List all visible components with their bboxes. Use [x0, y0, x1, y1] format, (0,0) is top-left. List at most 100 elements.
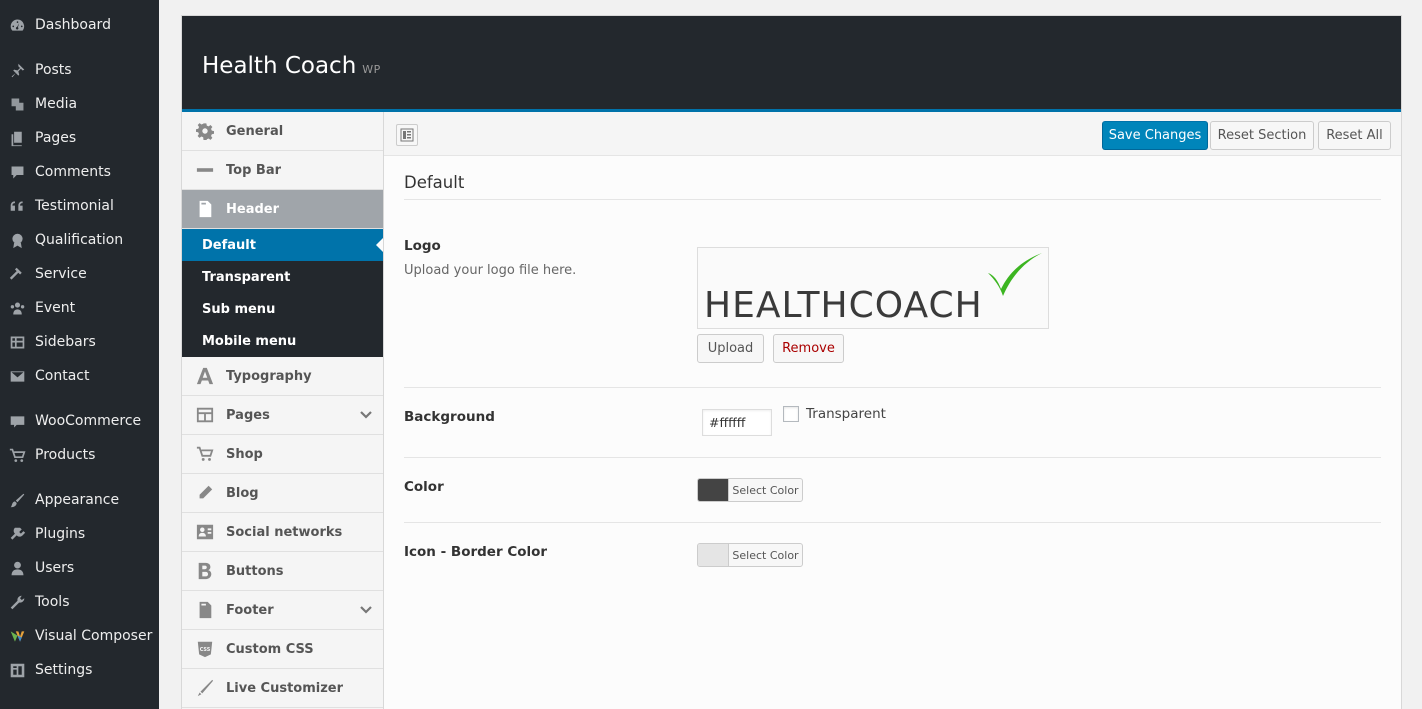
nav-label: Buttons: [226, 563, 284, 579]
menu-item-testimonial[interactable]: Testimonial: [0, 191, 159, 221]
panel-subtitle: WP: [362, 63, 381, 76]
chevron-down-icon[interactable]: [359, 408, 373, 422]
award-icon: [8, 231, 26, 249]
background-color-input[interactable]: #ffffff: [702, 409, 772, 436]
comment-icon: [8, 163, 26, 181]
pin-icon: [8, 61, 26, 79]
nav-top-bar[interactable]: Top Bar: [182, 151, 383, 190]
expand-toggle-button[interactable]: [396, 124, 418, 146]
menu-item-label: WooCommerce: [35, 413, 142, 429]
reset-section-button[interactable]: Reset Section: [1210, 121, 1314, 150]
dashboard-icon: [8, 16, 26, 34]
background-label: Background: [404, 409, 495, 425]
subnav-label: Mobile menu: [202, 333, 297, 349]
document-icon: [195, 199, 215, 219]
contact-card-icon: [195, 522, 215, 542]
menu-item-pages[interactable]: Pages: [0, 123, 159, 153]
remove-button[interactable]: Remove: [773, 334, 844, 363]
section-title: Default: [404, 173, 465, 192]
vc-icon: [8, 627, 26, 645]
nav-custom-css[interactable]: CSS Custom CSS: [182, 630, 383, 669]
brush-icon: [8, 491, 26, 509]
icon-border-color-picker-button[interactable]: Select Color: [697, 543, 803, 567]
options-nav: General Top Bar Header Default Transpare…: [182, 112, 384, 709]
icon-border-color-label: Icon - Border Color: [404, 544, 548, 560]
subnav-mobile-menu[interactable]: Mobile menu: [182, 325, 383, 357]
menu-item-posts[interactable]: Posts: [0, 55, 159, 85]
transparent-label: Transparent: [806, 406, 886, 422]
select-color-label: Select Color: [732, 548, 799, 562]
menu-item-comments[interactable]: Comments: [0, 157, 159, 187]
menu-item-woocommerce[interactable]: WooCommerce: [0, 406, 159, 436]
menu-item-event[interactable]: Event: [0, 293, 159, 323]
nav-label: Footer: [226, 602, 274, 618]
subnav-default[interactable]: Default: [182, 229, 383, 261]
svg-text:CSS: CSS: [200, 647, 211, 653]
transparent-checkbox[interactable]: [783, 406, 799, 422]
nav-shop[interactable]: Shop: [182, 435, 383, 474]
checkmark-icon: [988, 253, 1042, 296]
nav-footer[interactable]: Footer: [182, 591, 383, 630]
menu-item-label: Sidebars: [35, 334, 96, 350]
menu-item-appearance[interactable]: Appearance: [0, 485, 159, 515]
nav-typography[interactable]: Typography: [182, 357, 383, 396]
reset-all-button[interactable]: Reset All: [1318, 121, 1391, 150]
logo-preview: HEALTHCOACH: [697, 247, 1049, 329]
nav-social-networks[interactable]: Social networks: [182, 513, 383, 552]
chevron-down-icon[interactable]: [359, 603, 373, 617]
menu-item-users[interactable]: Users: [0, 553, 159, 583]
menu-item-tools[interactable]: Tools: [0, 587, 159, 617]
save-changes-button[interactable]: Save Changes: [1102, 121, 1208, 150]
menu-item-settings[interactable]: Settings: [0, 655, 159, 685]
color-picker-button[interactable]: Select Color: [697, 478, 803, 502]
menu-item-label: Visual Composer: [35, 628, 153, 644]
menu-item-qualification[interactable]: Qualification: [0, 225, 159, 255]
color-swatch: [698, 544, 729, 566]
nav-header[interactable]: Header: [182, 190, 383, 229]
menu-item-label: Event: [35, 300, 76, 316]
menu-item-dashboard[interactable]: Dashboard: [0, 10, 159, 40]
menu-item-label: Pages: [35, 130, 77, 146]
color-label: Color: [404, 479, 444, 495]
quote-icon: [8, 197, 26, 215]
logo-image-text: HEALTHCOACH: [704, 285, 983, 326]
grid-icon: [8, 333, 26, 351]
layout-icon: [195, 405, 215, 425]
menu-item-plugins[interactable]: Plugins: [0, 519, 159, 549]
css-icon: CSS: [195, 639, 215, 659]
options-panel: Health Coach WP General Top Bar Header De…: [181, 15, 1402, 709]
nav-blog[interactable]: Blog: [182, 474, 383, 513]
cart-icon: [195, 444, 215, 464]
menu-item-media[interactable]: Media: [0, 89, 159, 119]
options-content: Save Changes Reset Section Reset All Def…: [384, 112, 1401, 709]
document-icon: [195, 600, 215, 620]
nav-label: Shop: [226, 446, 263, 462]
menu-item-contact[interactable]: Contact: [0, 361, 159, 391]
menu-item-label: Testimonial: [35, 198, 114, 214]
subnav-label: Transparent: [202, 269, 291, 285]
nav-general[interactable]: General: [182, 112, 383, 151]
woo-icon: [8, 412, 26, 430]
subnav-transparent[interactable]: Transparent: [182, 261, 383, 293]
menu-item-products[interactable]: Products: [0, 440, 159, 470]
nav-label: Custom CSS: [226, 641, 314, 657]
menu-item-label: Tools: [35, 594, 70, 610]
divider: [404, 457, 1381, 458]
subnav-label: Sub menu: [202, 301, 276, 317]
menu-item-visual-composer[interactable]: Visual Composer: [0, 621, 159, 651]
letter-b-icon: [195, 561, 215, 581]
media-icon: [8, 95, 26, 113]
menu-item-sidebars[interactable]: Sidebars: [0, 327, 159, 357]
subnav-sub-menu[interactable]: Sub menu: [182, 293, 383, 325]
menu-item-label: Users: [35, 560, 75, 576]
email-icon: [8, 367, 26, 385]
menu-item-label: Appearance: [35, 492, 120, 508]
subnav-label: Default: [202, 237, 256, 253]
nav-buttons[interactable]: Buttons: [182, 552, 383, 591]
nav-live-customizer[interactable]: Live Customizer: [182, 669, 383, 708]
menu-item-service[interactable]: Service: [0, 259, 159, 289]
cart-icon: [8, 446, 26, 464]
upload-button[interactable]: Upload: [697, 334, 764, 363]
nav-pages[interactable]: Pages: [182, 396, 383, 435]
menu-item-label: Service: [35, 266, 87, 282]
